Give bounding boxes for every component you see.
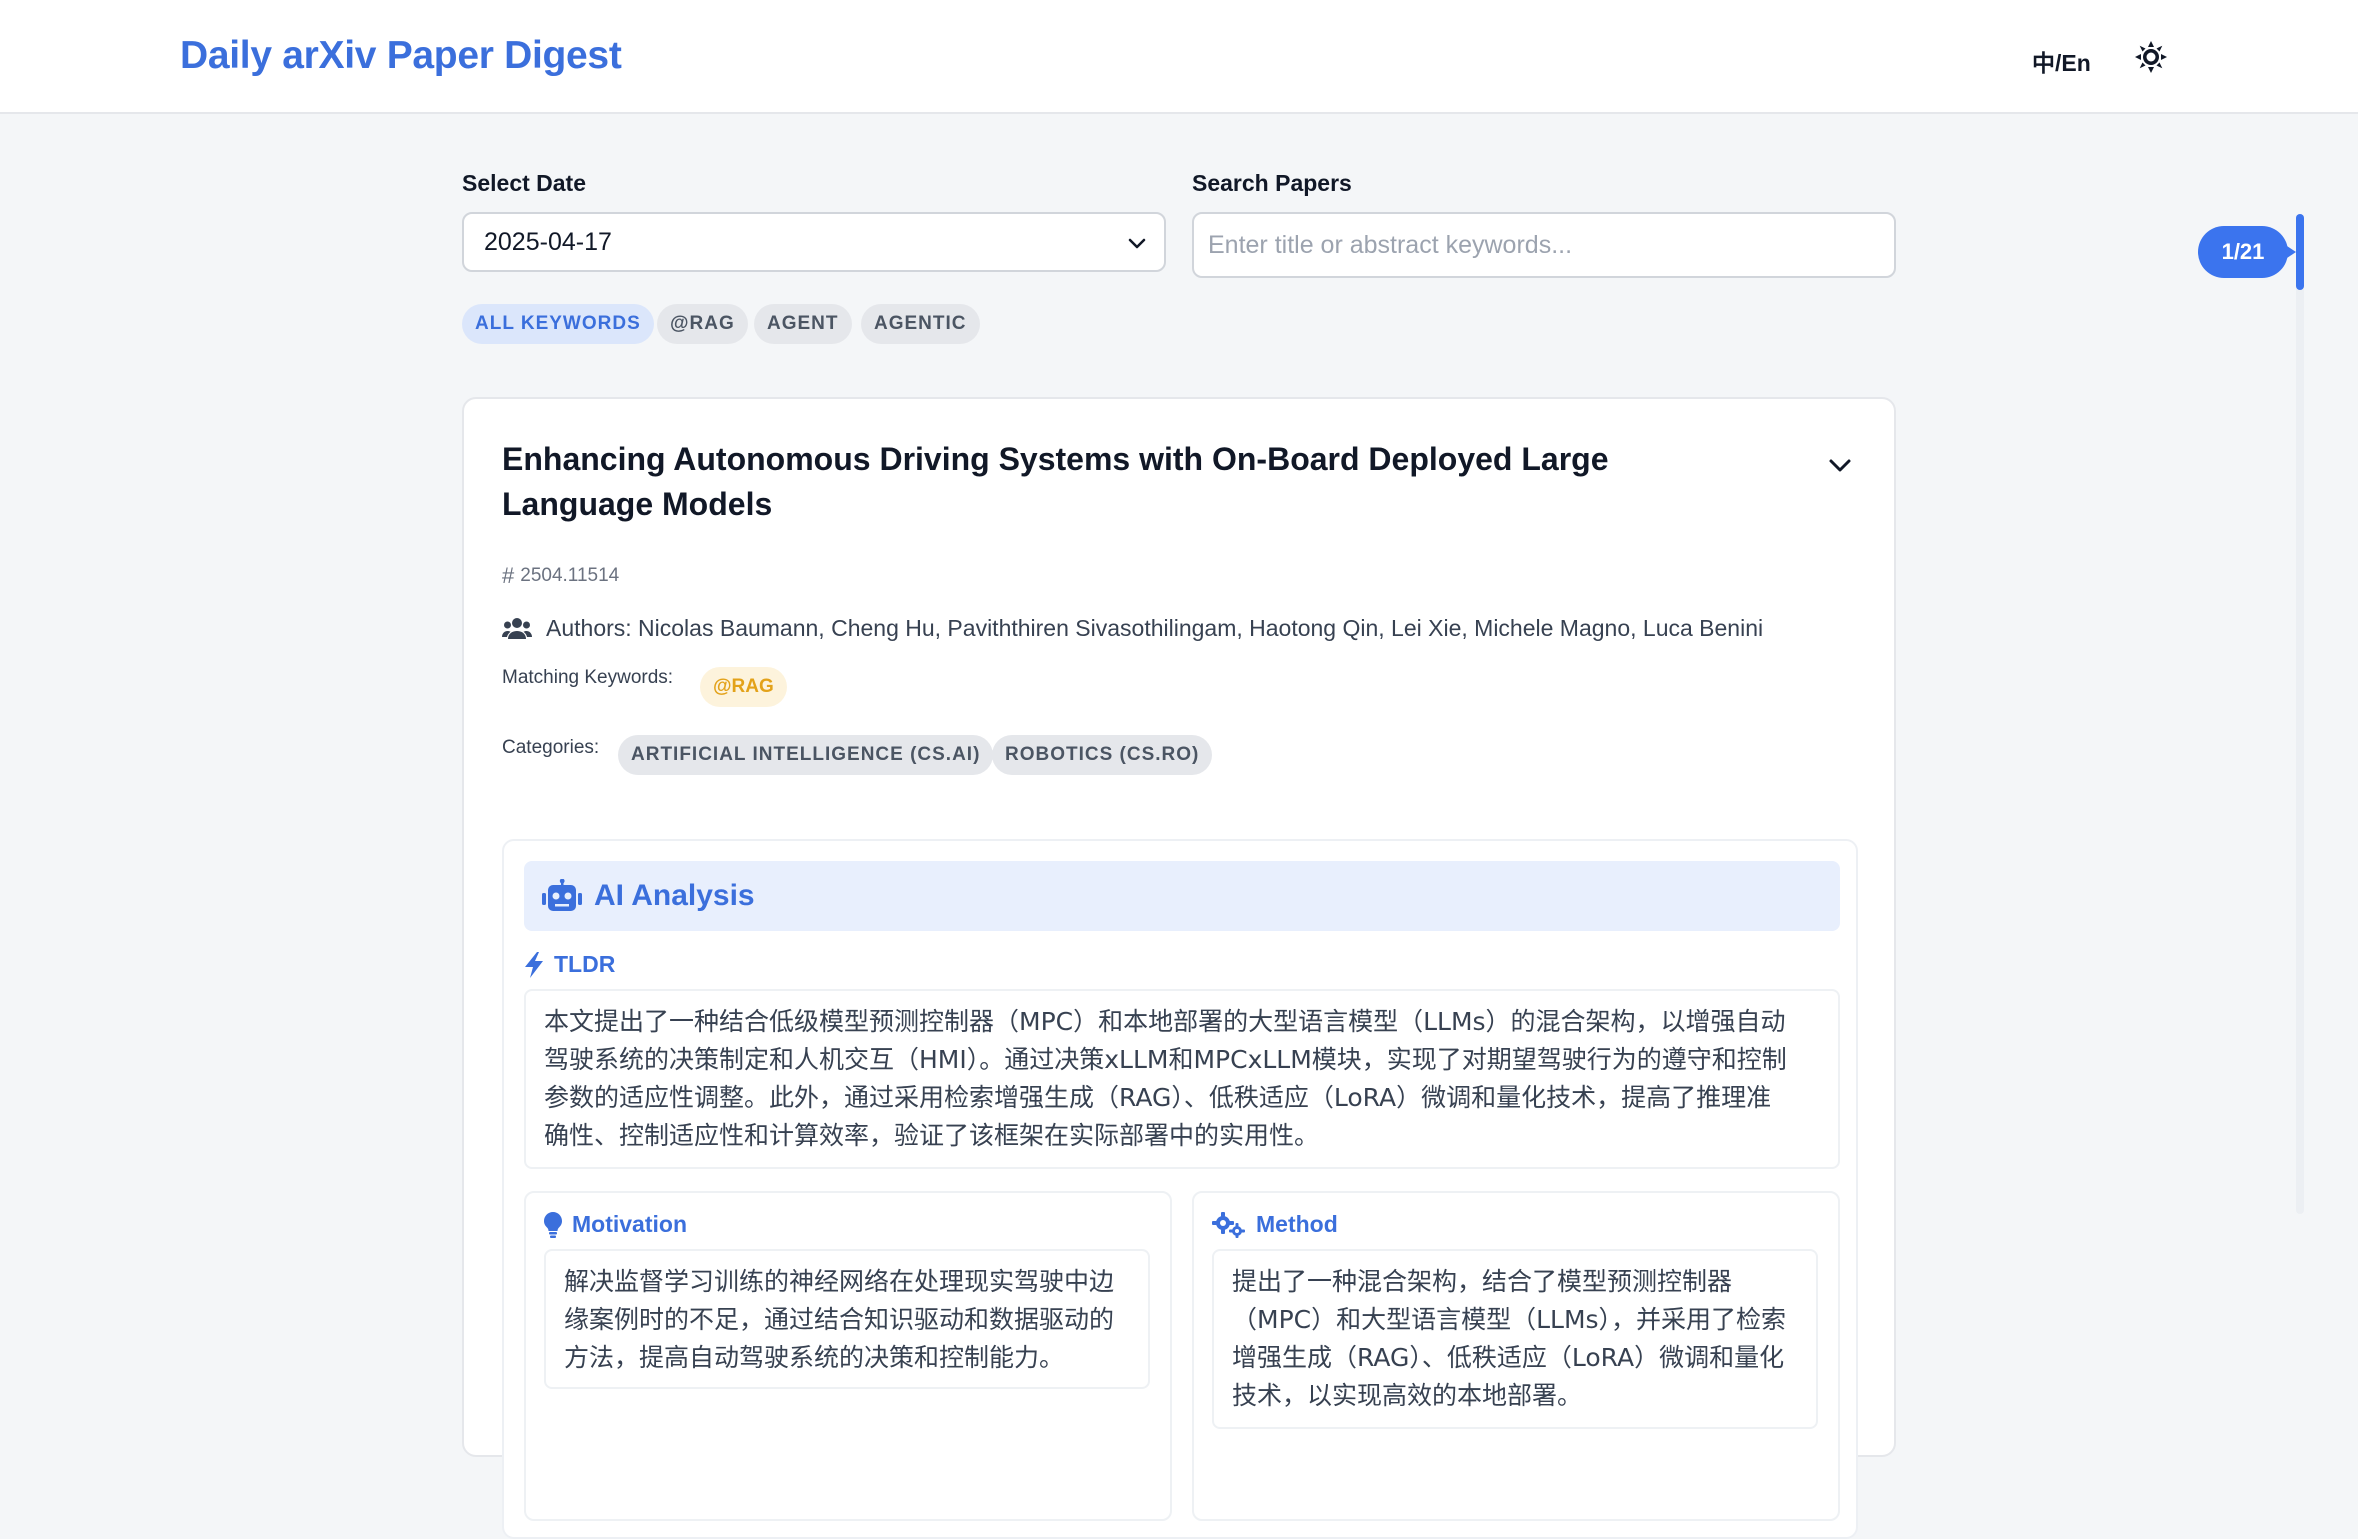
motivation-heading: Motivation <box>544 1211 687 1238</box>
tldr-line: 参数的适应性调整。此外，通过采用检索增强生成（RAG）、低秩适应（LoRA）微调… <box>544 1083 1772 1112</box>
matching-keywords-label: Matching Keywords: <box>502 667 674 688</box>
motivation-line: 解决监督学习训练的神经网络在处理现实驾驶中边 <box>564 1267 1115 1296</box>
method-text: 提出了一种混合架构，结合了模型预测控制器 （MPC）和大型语言模型（LLMs），… <box>1212 1249 1818 1429</box>
ai-analysis-header: AI Analysis <box>524 861 1840 931</box>
motivation-text: 解决监督学习训练的神经网络在处理现实驾驶中边 缘案例时的不足，通过结合知识驱动和… <box>544 1249 1150 1389</box>
ai-analysis-panel: AI Analysis TLDR 本文提出了一种结合低级模型预测控制器（MPC）… <box>502 839 1858 1539</box>
sun-icon[interactable] <box>2134 40 2168 74</box>
method-label: Method <box>1256 1211 1338 1237</box>
tldr-line: 驾驶系统的决策制定和人机交互（HMI）。通过决策xLLM和MPCxLLM模块，实… <box>544 1045 1787 1074</box>
progress-fill <box>2296 214 2304 290</box>
tldr-label: TLDR <box>554 951 616 977</box>
method-line: 提出了一种混合架构，结合了模型预测控制器 <box>1232 1267 1733 1296</box>
search-input[interactable] <box>1192 212 1896 278</box>
date-label: Select Date <box>462 170 587 196</box>
category-chip: ARTIFICIAL INTELLIGENCE (CS.AI) <box>618 735 994 775</box>
motivation-line: 缘案例时的不足，通过结合知识驱动和数据驱动的 <box>564 1305 1115 1334</box>
app-title[interactable]: Daily arXiv Paper Digest <box>180 34 622 78</box>
keyword-chip-all[interactable]: ALL KEYWORDS <box>462 304 654 344</box>
method-heading: Method <box>1212 1211 1338 1238</box>
keyword-chip-rag[interactable]: @RAG <box>657 304 748 344</box>
tldr-heading: TLDR <box>524 951 615 978</box>
bolt-icon <box>525 951 543 978</box>
method-panel: Method 提出了一种混合架构，结合了模型预测控制器 （MPC）和大型语言模型… <box>1192 1191 1840 1521</box>
keyword-chip-agent[interactable]: AGENT <box>754 304 852 344</box>
language-toggle[interactable]: 中/En <box>2032 44 2091 78</box>
paper-id: # 2504.11514 <box>502 563 619 589</box>
date-value: 2025-04-17 <box>484 227 612 256</box>
authors-text: Authors: Nicolas Baumann, Cheng Hu, Pavi… <box>546 615 1764 641</box>
tldr-line: 确性、控制适应性和计算效率，验证了该框架在实际部署中的实用性。 <box>544 1121 1320 1150</box>
date-select[interactable]: 2025-04-17 <box>462 212 1166 272</box>
progress-track[interactable] <box>2296 214 2304 1214</box>
paper-title[interactable]: Enhancing Autonomous Driving Systems wit… <box>502 437 1762 527</box>
method-line: 技术，以实现高效的本地部署。 <box>1232 1381 1583 1410</box>
method-line: 增强生成（RAG）、低秩适应（LoRA）微调和量化 <box>1232 1343 1785 1372</box>
lightbulb-icon <box>544 1211 562 1238</box>
category-chip: ROBOTICS (CS.RO) <box>992 735 1213 775</box>
progress-pointer <box>2284 244 2296 260</box>
paper-authors: Authors: Nicolas Baumann, Cheng Hu, Pavi… <box>502 615 1763 642</box>
categories-label: Categories: <box>502 737 600 758</box>
keyword-chip-agentic[interactable]: AGENTIC <box>861 304 980 344</box>
progress-badge: 1/21 <box>2198 226 2288 278</box>
app-header: Daily arXiv Paper Digest 中/En <box>0 0 2358 114</box>
robot-icon <box>542 879 582 911</box>
tldr-text: 本文提出了一种结合低级模型预测控制器（MPC）和本地部署的大型语言模型（LLMs… <box>524 989 1840 1169</box>
matching-keyword-chip: @RAG <box>700 667 787 707</box>
method-line: （MPC）和大型语言模型（LLMs），并采用了检索 <box>1232 1305 1787 1334</box>
motivation-line: 方法，提高自动驾驶系统的决策和控制能力。 <box>564 1343 1065 1372</box>
paper-card: Enhancing Autonomous Driving Systems wit… <box>462 397 1896 1539</box>
ai-analysis-title: AI Analysis <box>594 879 755 912</box>
users-icon <box>502 617 532 639</box>
hash-icon: # <box>502 563 515 588</box>
motivation-panel: Motivation 解决监督学习训练的神经网络在处理现实驾驶中边 缘案例时的不… <box>524 1191 1172 1521</box>
search-label: Search Papers <box>1192 170 1352 196</box>
tldr-line: 本文提出了一种结合低级模型预测控制器（MPC）和本地部署的大型语言模型（LLMs… <box>544 1007 1786 1036</box>
paper-id-value[interactable]: 2504.11514 <box>520 565 619 587</box>
chevron-down-icon[interactable] <box>1824 449 1856 481</box>
motivation-label: Motivation <box>572 1211 687 1237</box>
gears-icon <box>1212 1211 1245 1238</box>
chevron-down-icon <box>1128 238 1146 249</box>
